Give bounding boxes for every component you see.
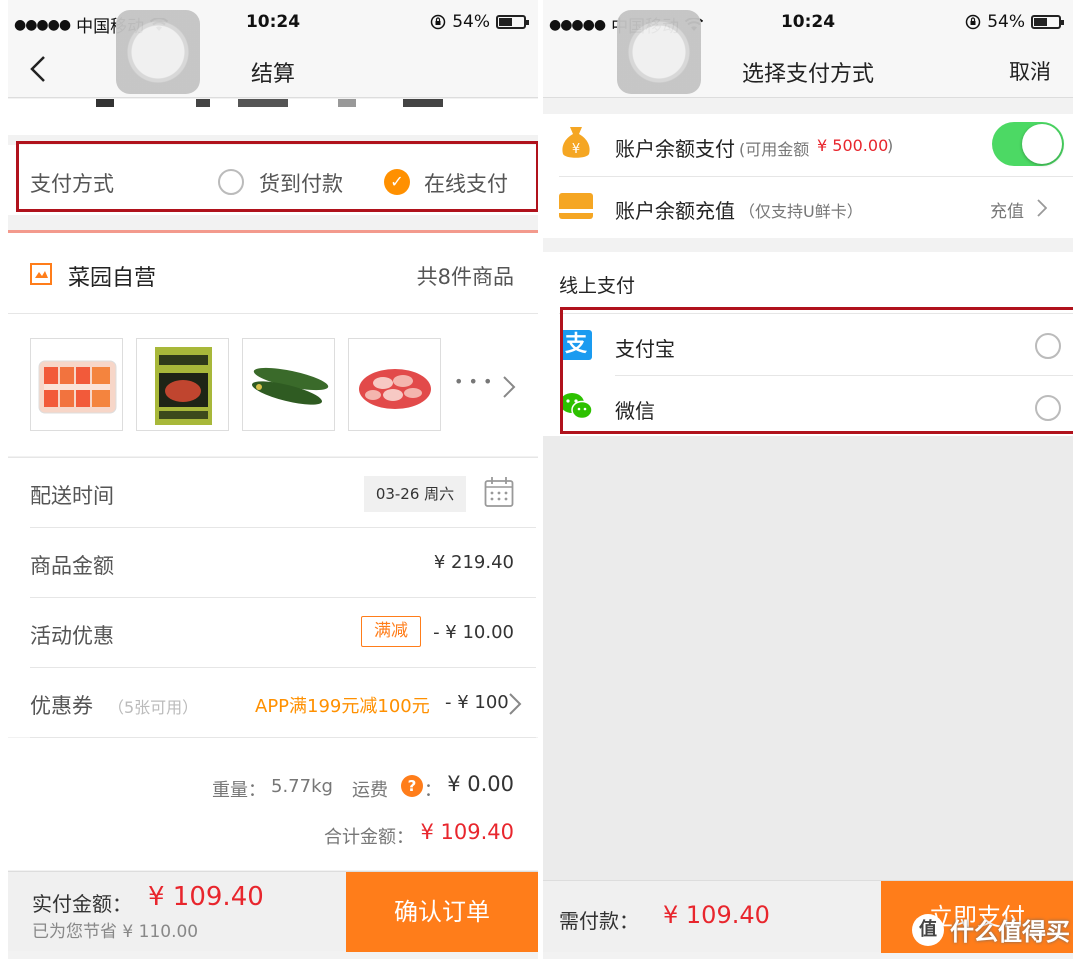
rotation-lock-icon [965,14,981,30]
battery-percent: 54% [452,12,490,32]
shipping-amount: ¥ 0.00 [447,772,514,796]
coupon-description: APP满199元减100元 [255,696,430,717]
recharge-row[interactable]: 账户余额充值 （仅支持U鲜卡） 充值 [543,177,1073,237]
checkout-screen: ●●●●● 中国移动 10:24 54% 结算 支付方式 货到付款 ✓ 在线支付 [8,0,538,959]
weight-value: 5.77kg [271,776,333,797]
promotion-label: 活动优惠 [30,624,114,648]
page-title: 结算 [250,62,295,87]
nav-bar: 结算 [8,44,538,98]
recharge-note: （仅支持U鲜卡） [739,202,863,221]
redacted-block [403,99,443,107]
pay-amount-label: 实付金额： [32,892,132,916]
goods-amount-label: 商品金额 [30,554,114,578]
checkout-bottom-bar: 实付金额： ¥ 109.40 已为您节省 ¥ 110.00 确认订单 [8,871,538,952]
watermark-logo: 值 [912,913,944,946]
coupon-row[interactable]: 优惠券 （5张可用） APP满199元减100元 - ¥ 100 [8,668,538,736]
chevron-right-icon [509,693,522,715]
redacted-block [96,99,114,107]
online-payment-heading: 线上支付 [559,275,636,297]
blurred-avatar [116,10,200,94]
goods-amount-value: ¥ 219.40 [433,552,514,573]
shipping-colon: ： [424,780,442,801]
shipping-label: 运费 [352,780,388,801]
money-bag-icon: ¥ [562,127,590,158]
highlight-box [16,141,538,212]
recharge-action: 充值 [990,202,1024,222]
highlight-box [560,307,1073,434]
chevron-right-icon[interactable] [502,375,516,399]
balance-pay-label: 账户余额支付 [615,137,735,161]
watermark-text: 什么值得买 [950,918,1070,946]
product-thumb-meat-pack[interactable] [136,338,229,431]
confirm-order-button[interactable]: 确认订单 [346,872,538,952]
battery-percent: 54% [987,12,1025,32]
meat-pack-image [155,347,212,425]
toggle-knob [1022,124,1062,164]
amount-due-label: 需付款： [559,909,639,933]
status-bar: ●●●●● 中国移动 10:24 54% [8,0,538,44]
product-thumb-cucumber[interactable] [242,338,335,431]
coupon-amount: - ¥ 100 [445,692,509,713]
total-label: 合计金额： [324,827,414,848]
chevron-right-icon [1037,199,1047,217]
calendar-icon[interactable] [484,476,514,508]
payment-method-screen: ●●●●● 中国移动 10:24 54% 选择支付方式 取消 ¥ 账户余额支付 … [543,0,1073,959]
promotion-badge: 满减 [361,616,421,647]
blurred-avatar [617,10,701,94]
promotion-amount: - ¥ 10.00 [433,622,514,643]
store-name: 菜园自营 [68,266,157,291]
address-strip[interactable] [8,99,538,135]
pay-amount-value: ¥ 109.40 [148,882,264,912]
product-thumb-crab-sticks[interactable] [30,338,123,431]
balance-toggle[interactable] [992,122,1064,166]
cancel-button[interactable]: 取消 [1009,56,1051,86]
total-amount: ¥ 109.40 [420,820,514,844]
battery-icon [1031,15,1064,29]
saved-amount-text: 已为您节省 ¥ 110.00 [32,922,199,942]
store-header: 菜园自营 共8件商品 [8,233,538,313]
coupon-label: 优惠券 [30,694,93,718]
redacted-block [338,99,356,107]
card-icon [559,193,593,219]
weight-label: 重量： [212,780,266,801]
redacted-block [196,99,210,107]
balance-available-amount: ¥ 500.00 [817,136,889,155]
redacted-block [238,99,288,107]
product-thumb-lamb-rolls[interactable] [348,338,441,431]
delivery-time-label: 配送时间 [30,484,114,508]
store-icon [30,263,52,285]
summary-section [8,738,538,870]
rotation-lock-icon [430,14,446,30]
delivery-date-chip[interactable]: 03-26 周六 [364,476,466,512]
cucumber-image [252,367,329,405]
balance-available-suffix: ) [887,136,894,155]
battery-icon [496,15,529,29]
shipping-help-icon[interactable]: ? [401,775,423,797]
coupon-available: （5张可用） [108,698,199,717]
amount-due-value: ¥ 109.40 [663,901,770,929]
item-count: 共8件商品 [416,265,514,289]
empty-area [543,436,1073,880]
more-dots-icon[interactable]: • • • [454,372,492,391]
recharge-label: 账户余额充值 [615,199,735,223]
svg-text:¥: ¥ [572,142,580,157]
watermark: 值 什么值得买 [912,912,1070,947]
crab-sticks-image [38,360,117,414]
balance-available-prefix: (可用金额 [739,140,810,159]
lamb-rolls-image [359,369,431,409]
